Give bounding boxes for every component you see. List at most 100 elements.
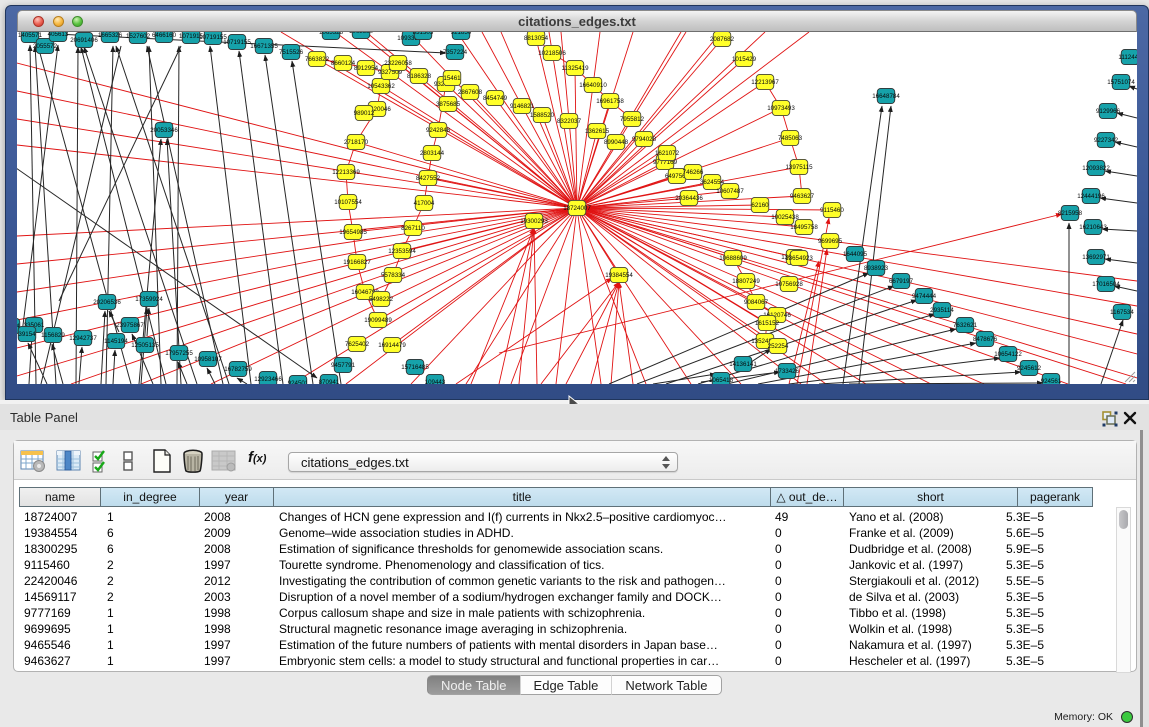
svg-text:20364436: 20364436 bbox=[675, 195, 703, 202]
svg-text:12213369: 12213369 bbox=[332, 169, 360, 176]
svg-text:989012: 989012 bbox=[354, 110, 375, 117]
svg-text:7955812: 7955812 bbox=[620, 116, 645, 123]
svg-text:10543362: 10543362 bbox=[367, 83, 395, 90]
svg-text:19099489: 19099489 bbox=[364, 317, 392, 324]
svg-text:1621072: 1621072 bbox=[655, 150, 680, 157]
svg-text:9242848: 9242848 bbox=[426, 127, 451, 134]
svg-text:9457791: 9457791 bbox=[331, 362, 356, 369]
svg-text:405613: 405613 bbox=[48, 32, 69, 38]
svg-text:1615152: 1615152 bbox=[755, 320, 780, 327]
svg-text:16914479: 16914479 bbox=[378, 342, 406, 349]
svg-text:16210643: 16210643 bbox=[1079, 224, 1107, 231]
svg-text:10025438: 10025438 bbox=[771, 214, 799, 221]
svg-text:1015429: 1015429 bbox=[732, 56, 757, 63]
svg-text:23975867: 23975867 bbox=[116, 322, 144, 329]
svg-text:62160: 62160 bbox=[751, 202, 769, 209]
svg-text:12444196: 12444196 bbox=[1077, 193, 1105, 200]
svg-text:10756928: 10756928 bbox=[775, 281, 803, 288]
svg-text:14136141: 14136141 bbox=[729, 361, 757, 368]
svg-text:1362615: 1362615 bbox=[585, 128, 610, 135]
svg-text:15716485: 15716485 bbox=[401, 364, 429, 371]
svg-text:109443: 109443 bbox=[425, 379, 446, 384]
svg-text:9084067: 9084067 bbox=[744, 299, 769, 306]
svg-text:9794028: 9794028 bbox=[632, 136, 657, 143]
svg-text:10958107: 10958107 bbox=[194, 356, 222, 363]
svg-text:16782759: 16782759 bbox=[224, 366, 252, 373]
svg-text:16640910: 16640910 bbox=[579, 82, 607, 89]
svg-text:9463627: 9463627 bbox=[790, 193, 815, 200]
svg-text:1644095: 1644095 bbox=[843, 251, 868, 258]
svg-text:1112447: 1112447 bbox=[1118, 54, 1137, 61]
svg-text:12093822: 12093822 bbox=[1082, 165, 1110, 172]
svg-text:13654923: 13654923 bbox=[785, 255, 813, 262]
svg-text:7625402: 7625402 bbox=[345, 341, 370, 348]
svg-text:16961758: 16961758 bbox=[596, 98, 624, 105]
svg-text:11325419: 11325419 bbox=[561, 65, 589, 72]
svg-text:7632621: 7632621 bbox=[953, 322, 978, 329]
svg-text:8322037: 8322037 bbox=[557, 118, 582, 125]
svg-text:1665326: 1665326 bbox=[98, 32, 123, 39]
svg-text:8912954: 8912954 bbox=[354, 65, 379, 72]
svg-text:7663822: 7663822 bbox=[305, 56, 330, 63]
svg-text:10107554: 10107554 bbox=[334, 199, 362, 206]
svg-text:8267110: 8267110 bbox=[401, 225, 425, 232]
svg-text:12923466: 12923466 bbox=[254, 376, 282, 383]
svg-text:1405571: 1405571 bbox=[18, 32, 43, 39]
svg-text:10607487: 10607487 bbox=[716, 188, 744, 195]
svg-text:870941: 870941 bbox=[319, 379, 340, 384]
svg-text:9474444: 9474444 bbox=[912, 293, 937, 300]
svg-text:39154: 39154 bbox=[18, 331, 36, 338]
svg-text:1527602: 1527602 bbox=[126, 33, 151, 40]
svg-text:17016504: 17016504 bbox=[1092, 281, 1120, 288]
svg-text:2803144: 2803144 bbox=[420, 150, 445, 157]
svg-text:9146821: 9146821 bbox=[510, 103, 535, 110]
svg-text:3875685: 3875685 bbox=[436, 101, 461, 108]
svg-text:10973493: 10973493 bbox=[767, 105, 795, 112]
svg-text:23226058: 23226058 bbox=[384, 60, 412, 67]
svg-text:2055572: 2055572 bbox=[33, 43, 58, 50]
svg-text:2718170: 2718170 bbox=[344, 139, 369, 146]
svg-text:1167534: 1167534 bbox=[1110, 309, 1134, 316]
svg-text:2935114: 2935114 bbox=[930, 307, 954, 314]
svg-text:20206536: 20206536 bbox=[93, 299, 121, 306]
svg-text:7515526: 7515526 bbox=[279, 49, 304, 56]
svg-text:1588520: 1588520 bbox=[530, 112, 555, 119]
svg-text:252254: 252254 bbox=[768, 343, 789, 350]
svg-text:5578334: 5578334 bbox=[381, 272, 406, 279]
svg-text:7485063: 7485063 bbox=[778, 135, 803, 142]
svg-text:924501: 924501 bbox=[288, 380, 309, 384]
svg-text:12213967: 12213967 bbox=[751, 79, 779, 86]
svg-text:1063580: 1063580 bbox=[349, 32, 374, 35]
svg-text:16671355: 16671355 bbox=[250, 43, 278, 50]
svg-text:417004: 417004 bbox=[414, 200, 435, 207]
svg-text:831305: 831305 bbox=[413, 32, 434, 36]
svg-text:746266: 746266 bbox=[683, 169, 704, 176]
svg-text:10218506: 10218506 bbox=[538, 50, 566, 57]
svg-text:9129966: 9129966 bbox=[1096, 108, 1121, 115]
svg-text:8813054: 8813054 bbox=[524, 35, 549, 42]
svg-text:19300293: 19300293 bbox=[520, 218, 548, 225]
svg-text:10654122: 10654122 bbox=[994, 351, 1022, 358]
svg-text:12505135: 12505135 bbox=[131, 342, 159, 349]
svg-text:13975115: 13975115 bbox=[785, 164, 813, 171]
svg-text:7357224: 7357224 bbox=[443, 49, 468, 56]
svg-text:19654985: 19654985 bbox=[339, 229, 367, 236]
svg-text:924561: 924561 bbox=[1041, 378, 1062, 384]
svg-text:15461: 15461 bbox=[443, 75, 461, 82]
svg-text:10688609: 10688609 bbox=[719, 255, 747, 262]
svg-text:18724007: 18724007 bbox=[563, 205, 591, 212]
svg-text:12353594: 12353594 bbox=[388, 248, 416, 255]
svg-text:8478676: 8478676 bbox=[973, 336, 998, 343]
svg-text:2087682: 2087682 bbox=[710, 36, 735, 43]
svg-text:19166827: 19166827 bbox=[343, 259, 371, 266]
svg-text:8186328: 8186328 bbox=[407, 73, 432, 80]
svg-text:8990448: 8990448 bbox=[604, 139, 629, 146]
svg-text:1065418: 1065418 bbox=[709, 377, 734, 384]
svg-text:18495758: 18495758 bbox=[790, 224, 818, 231]
svg-text:19384554: 19384554 bbox=[605, 272, 633, 279]
svg-text:2867608: 2867608 bbox=[458, 89, 483, 96]
svg-text:9245612: 9245612 bbox=[1017, 365, 1042, 372]
svg-text:8427552: 8427552 bbox=[416, 175, 441, 182]
svg-text:13692971: 13692971 bbox=[1082, 254, 1110, 261]
svg-text:12942737: 12942737 bbox=[69, 335, 97, 342]
